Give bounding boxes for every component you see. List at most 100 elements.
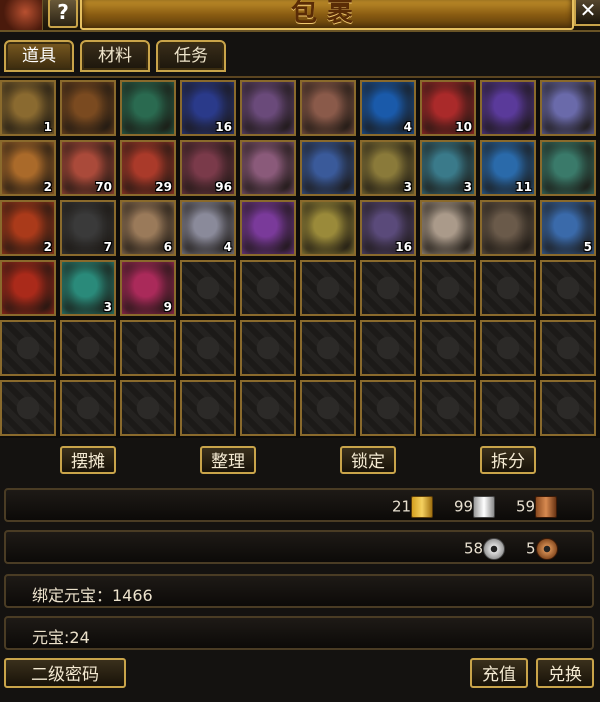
empty-inventory-slot[interactable] (300, 260, 356, 316)
inventory-slot[interactable] (480, 200, 536, 256)
inventory-slot[interactable]: 16 (360, 200, 416, 256)
item-quantity: 1 (43, 120, 52, 134)
help-button[interactable]: ? (48, 0, 78, 28)
item-quantity: 4 (403, 120, 412, 134)
empty-inventory-slot[interactable] (180, 320, 236, 376)
stall-button[interactable]: 摆摊 (60, 446, 116, 474)
inventory-slot[interactable] (240, 140, 296, 196)
inventory-slot[interactable] (240, 200, 296, 256)
empty-inventory-slot[interactable] (240, 380, 296, 436)
item-quantity: 16 (395, 240, 412, 254)
inventory-slot[interactable] (300, 80, 356, 136)
empty-inventory-slot[interactable] (240, 260, 296, 316)
item-quantity: 2 (43, 240, 52, 254)
close-button[interactable]: ✕ (574, 0, 600, 26)
inventory-slot[interactable] (0, 260, 56, 316)
empty-inventory-slot[interactable] (540, 320, 596, 376)
inventory-slot[interactable]: 5 (540, 200, 596, 256)
inventory-slot[interactable]: 29 (120, 140, 176, 196)
inventory-slot[interactable]: 9 (120, 260, 176, 316)
silver-coin-value: 58 (464, 539, 484, 558)
copper-book-count: 59 (516, 496, 558, 518)
empty-inventory-slot[interactable] (420, 380, 476, 436)
copper-book-icon (535, 496, 558, 518)
gold-carpet-icon (302, 202, 354, 254)
title-bar: ? 包裹 ✕ (0, 0, 600, 32)
inventory-slot[interactable]: 4 (360, 80, 416, 136)
inventory-slot[interactable]: 10 (420, 80, 476, 136)
lock-button[interactable]: 锁定 (340, 446, 396, 474)
recharge-button[interactable]: 充值 (470, 658, 528, 688)
empty-inventory-slot[interactable] (300, 320, 356, 376)
empty-inventory-slot[interactable] (540, 380, 596, 436)
empty-inventory-slot[interactable] (480, 320, 536, 376)
empty-inventory-slot[interactable] (420, 320, 476, 376)
empty-inventory-slot[interactable] (300, 380, 356, 436)
empty-inventory-slot[interactable] (0, 320, 56, 376)
tab-materials[interactable]: 材料 (80, 40, 150, 72)
silver-book-icon (473, 496, 496, 518)
vase-icon (242, 82, 294, 134)
item-quantity: 16 (215, 120, 232, 134)
silver-book-value: 99 (454, 497, 474, 516)
empty-inventory-slot[interactable] (180, 380, 236, 436)
inventory-slot[interactable] (420, 200, 476, 256)
inventory-slot[interactable] (540, 140, 596, 196)
empty-inventory-slot[interactable] (240, 320, 296, 376)
item-quantity: 3 (103, 300, 112, 314)
inventory-slot[interactable] (120, 80, 176, 136)
exchange-button[interactable]: 兑换 (536, 658, 594, 688)
red-pouch-icon (2, 262, 54, 314)
inventory-slot[interactable]: 3 (420, 140, 476, 196)
inventory-slot[interactable]: 70 (60, 140, 116, 196)
item-quantity: 2 (43, 180, 52, 194)
sort-button[interactable]: 整理 (200, 446, 256, 474)
inventory-slot[interactable]: 7 (60, 200, 116, 256)
inventory-slot[interactable]: 2 (0, 200, 56, 256)
split-button[interactable]: 拆分 (480, 446, 536, 474)
empty-inventory-slot[interactable] (420, 260, 476, 316)
empty-inventory-slot[interactable] (360, 320, 416, 376)
empty-inventory-slot[interactable] (540, 260, 596, 316)
inventory-slot[interactable]: 2 (0, 140, 56, 196)
empty-inventory-slot[interactable] (360, 260, 416, 316)
empty-inventory-slot[interactable] (60, 320, 116, 376)
inventory-slot[interactable]: 11 (480, 140, 536, 196)
copper-coin-value: 5 (526, 539, 536, 558)
bound-yuanbao-bar: 绑定元宝：1466 (4, 574, 594, 608)
inventory-slot[interactable] (300, 200, 356, 256)
empty-inventory-slot[interactable] (180, 260, 236, 316)
inventory-slot[interactable]: 96 (180, 140, 236, 196)
inventory-slot[interactable]: 1 (0, 80, 56, 136)
secondary-password-button[interactable]: 二级密码 (4, 658, 126, 688)
item-quantity: 5 (583, 240, 592, 254)
empty-inventory-slot[interactable] (480, 380, 536, 436)
inventory-slot[interactable]: 16 (180, 80, 236, 136)
inventory-slot[interactable]: 6 (120, 200, 176, 256)
inventory-slot[interactable] (480, 80, 536, 136)
tab-items[interactable]: 道具 (4, 40, 74, 72)
inventory-slot[interactable] (540, 80, 596, 136)
inventory-slot[interactable] (240, 80, 296, 136)
inventory-slot[interactable] (300, 140, 356, 196)
empty-inventory-slot[interactable] (60, 380, 116, 436)
item-quantity: 11 (515, 180, 532, 194)
bowl-icon (482, 202, 534, 254)
empty-inventory-slot[interactable] (360, 380, 416, 436)
inventory-slot[interactable]: 4 (180, 200, 236, 256)
paper-scroll-icon (242, 142, 294, 194)
spirit-orb-icon (482, 82, 534, 134)
close-icon: ✕ (579, 0, 597, 22)
inventory-slot[interactable] (60, 80, 116, 136)
empty-inventory-slot[interactable] (0, 380, 56, 436)
empty-inventory-slot[interactable] (480, 260, 536, 316)
inventory-slot[interactable]: 3 (60, 260, 116, 316)
tab-quests[interactable]: 任务 (156, 40, 226, 72)
item-quantity: 7 (103, 240, 112, 254)
inventory-slot[interactable]: 3 (360, 140, 416, 196)
item-quantity: 3 (403, 180, 412, 194)
gold-book-icon (411, 496, 434, 518)
empty-inventory-slot[interactable] (120, 380, 176, 436)
empty-inventory-slot[interactable] (120, 320, 176, 376)
cards-icon (422, 202, 474, 254)
